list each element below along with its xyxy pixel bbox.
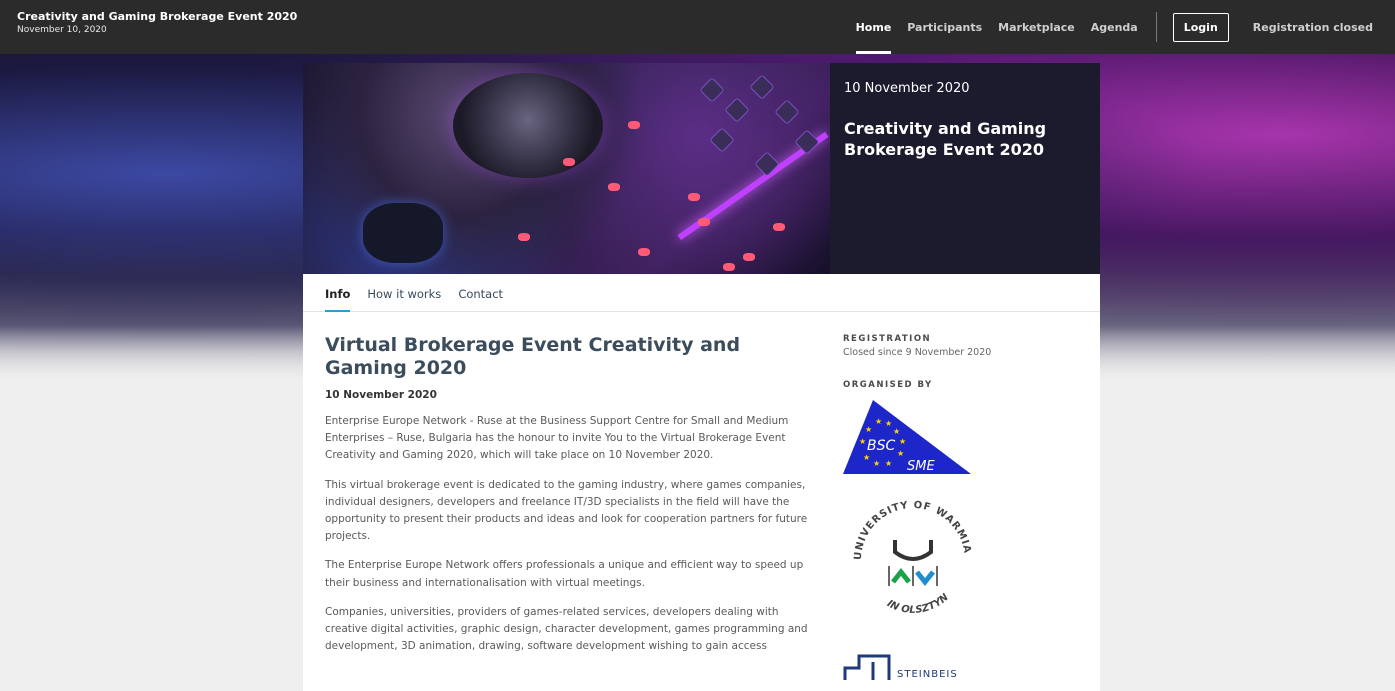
keyboard-key-graphic	[724, 97, 750, 123]
info-content: Virtual Brokerage Event Creativity and G…	[303, 312, 1100, 691]
candy-graphic	[628, 121, 640, 129]
registration-label: REGISTRATION	[843, 334, 932, 344]
svg-text:★: ★	[863, 453, 870, 462]
svg-text:★: ★	[873, 459, 880, 468]
content-tabs: Info How it works Contact	[303, 274, 1100, 312]
svg-text:★: ★	[875, 417, 882, 426]
nav-divider	[1155, 12, 1157, 42]
candy-graphic	[773, 223, 785, 231]
svg-text:★: ★	[899, 437, 906, 446]
network-paragraph: The Enterprise Europe Network offers pro…	[325, 559, 804, 589]
event-title: Creativity and Gaming Brokerage Event 20…	[17, 10, 298, 23]
svg-text:IN OLSZTYN: IN OLSZTYN	[885, 592, 951, 616]
registration-closed-label: Registration closed	[1252, 20, 1373, 34]
tab-contact[interactable]: Contact	[458, 287, 503, 311]
keyboard-key-graphic	[709, 127, 735, 153]
candy-graphic	[743, 253, 755, 261]
svg-text:★: ★	[859, 437, 866, 446]
svg-text:UNIVERSITY OF WARMIA AND MAZUR: UNIVERSITY OF WARMIA AND MAZURY	[843, 490, 973, 560]
candy-graphic	[698, 218, 710, 226]
registration-status: Closed since 9 November 2020	[843, 347, 992, 358]
steinbeis-mark-icon	[843, 654, 891, 680]
svg-text:★: ★	[885, 419, 892, 428]
candy-graphic	[723, 263, 735, 271]
university-warmia-mazury-logo[interactable]: UNIVERSITY OF WARMIA AND MAZURY IN OLSZT…	[838, 482, 983, 630]
nav-participants[interactable]: Participants	[899, 0, 990, 54]
svg-text:★: ★	[897, 449, 904, 458]
gamepad-graphic	[363, 203, 443, 263]
keyboard-key-graphic	[749, 74, 775, 100]
candy-graphic	[608, 183, 620, 191]
audience-paragraph: Companies, universities, providers of ga…	[325, 605, 808, 653]
keyboard-key-graphic	[774, 99, 800, 125]
svg-text:★: ★	[865, 425, 872, 434]
gaming-banner-image	[303, 63, 830, 274]
candy-graphic	[518, 233, 530, 241]
description-paragraph: This virtual brokerage event is dedicate…	[325, 478, 808, 543]
svg-text:SME: SME	[907, 459, 935, 474]
steinbeis-logo[interactable]: STEINBEIS	[843, 652, 1073, 682]
registration-block: REGISTRATION Closed since 9 November 202…	[843, 334, 1073, 358]
banner-title: Creativity and Gaming Brokerage Event 20…	[844, 119, 1047, 159]
organisers-block: ORGANISED BY ★★★ ★★★ ★★★ ★ BSC SME	[838, 380, 1073, 682]
candy-graphic	[688, 193, 700, 201]
banner-info: 10 November 2020 Creativity and Gaming B…	[830, 63, 1100, 274]
bsc-sme-logo[interactable]: ★ ★★ ★★ ★ ★ ★★ ★ BSC SME	[843, 400, 971, 474]
candy-graphic	[638, 248, 650, 256]
keyboard-key-graphic	[699, 77, 725, 103]
main-column: Virtual Brokerage Event Creativity and G…	[325, 334, 815, 691]
organised-by-label: ORGANISED BY	[843, 380, 933, 390]
headset-graphic	[453, 73, 603, 178]
main-nav: Home Participants Marketplace Agenda Log…	[848, 0, 1373, 54]
intro-paragraph: Enterprise Europe Network - Ruse at the …	[325, 415, 789, 462]
nav-home[interactable]: Home	[848, 0, 900, 54]
sidebar: REGISTRATION Closed since 9 November 202…	[838, 334, 1073, 691]
svg-text:BSC: BSC	[867, 438, 895, 454]
page-title: Virtual Brokerage Event Creativity and G…	[325, 334, 741, 379]
tab-how-it-works[interactable]: How it works	[367, 287, 441, 311]
login-button[interactable]: Login	[1172, 12, 1229, 42]
top-navigation-bar: Creativity and Gaming Brokerage Event 20…	[0, 0, 1395, 54]
event-date: November 10, 2020	[17, 25, 107, 35]
svg-text:★: ★	[885, 459, 892, 468]
steinbeis-text: STEINBEIS	[897, 669, 958, 680]
banner-date: 10 November 2020	[844, 81, 970, 96]
event-date-label: 10 November 2020	[325, 389, 437, 401]
event-brand[interactable]: Creativity and Gaming Brokerage Event 20…	[17, 10, 297, 35]
nav-marketplace[interactable]: Marketplace	[990, 0, 1083, 54]
event-banner: 10 November 2020 Creativity and Gaming B…	[303, 63, 1100, 274]
nav-agenda[interactable]: Agenda	[1083, 0, 1146, 54]
event-card: 10 November 2020 Creativity and Gaming B…	[303, 63, 1100, 691]
candy-graphic	[563, 158, 575, 166]
svg-text:★: ★	[893, 427, 900, 436]
tab-info[interactable]: Info	[325, 287, 351, 312]
